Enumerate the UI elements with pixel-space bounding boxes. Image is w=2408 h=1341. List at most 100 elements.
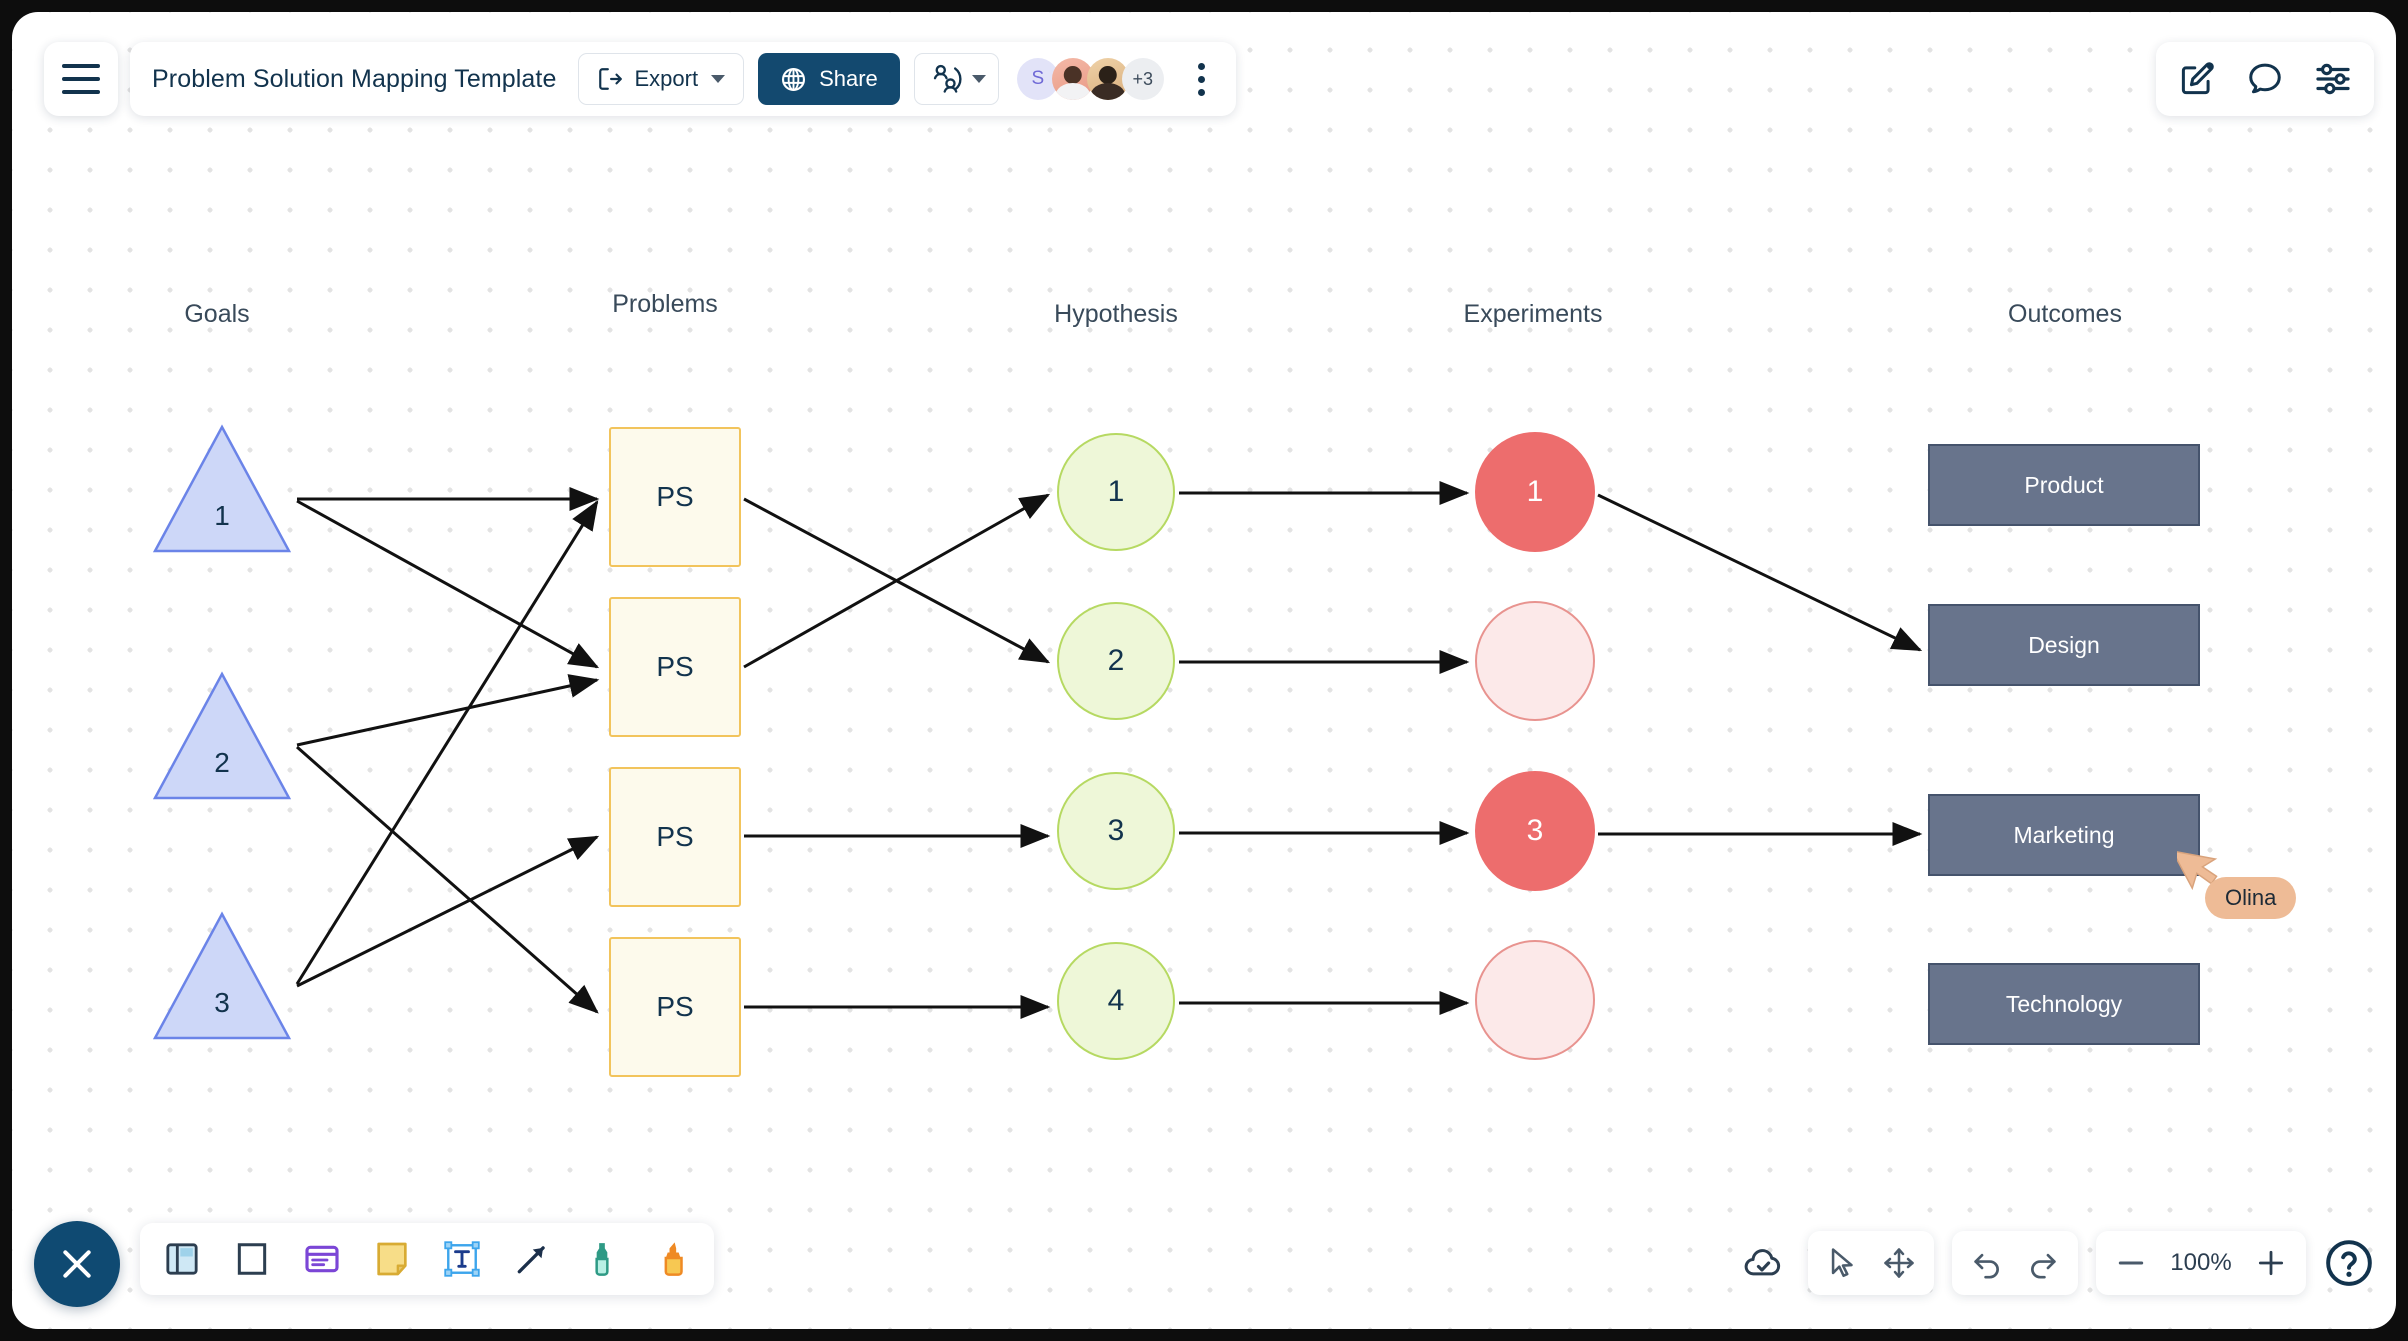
outcome-node-technology[interactable]: Technology	[1928, 963, 2200, 1045]
zoom-group: 100%	[2096, 1231, 2306, 1295]
goal-node-1[interactable]: 1	[152, 424, 292, 559]
outcome-node-design[interactable]: Design	[1928, 604, 2200, 686]
column-header-problems: Problems	[612, 290, 718, 318]
hypothesis-node-3[interactable]: 3	[1057, 772, 1175, 890]
remote-cursor-label: Olina	[2205, 877, 2297, 919]
sticky-note-icon	[377, 1242, 407, 1276]
problem-node-1[interactable]: PS	[609, 427, 741, 567]
connector-goal-3-to-problem-1[interactable]	[295, 499, 599, 985]
connector-problem-2-to-hypothesis-1[interactable]	[743, 493, 1051, 669]
more-options-icon	[1198, 62, 1206, 70]
export-button-label: Export	[634, 66, 699, 91]
pointer-select-button[interactable]	[1818, 1238, 1868, 1288]
avatar-face-icon	[1063, 65, 1083, 85]
experiment-node-1[interactable]: 1	[1475, 432, 1595, 552]
connector-goal-2-to-problem-4[interactable]	[296, 745, 599, 1014]
help-button[interactable]	[2324, 1238, 2374, 1288]
connector-goal-2-to-problem-2[interactable]	[296, 674, 600, 747]
pan-move-button[interactable]	[1874, 1238, 1924, 1288]
more-options-button[interactable]	[1182, 53, 1222, 105]
triangle-icon	[152, 424, 292, 553]
problem-node-3[interactable]: PS	[609, 767, 741, 907]
rectangle-tool[interactable]	[228, 1235, 276, 1283]
redo-button[interactable]	[2018, 1238, 2068, 1288]
drawing-tool-dock	[140, 1223, 714, 1295]
bottom-right-controls: 100%	[1736, 1231, 2374, 1295]
undo-button[interactable]	[1962, 1238, 2012, 1288]
connector-tool[interactable]	[508, 1235, 556, 1283]
hamburger-menu-icon	[62, 64, 100, 68]
sticky-note-tool[interactable]	[368, 1235, 416, 1283]
comments-button[interactable]	[2246, 60, 2284, 98]
preferences-button[interactable]	[2314, 60, 2352, 98]
highlighter-tool[interactable]	[648, 1235, 696, 1283]
text-box-icon	[444, 1241, 480, 1277]
experiment-node-4[interactable]	[1475, 940, 1595, 1060]
goal-label: 3	[214, 987, 230, 1018]
connector-goal-1-to-problem-2[interactable]	[296, 499, 600, 669]
hypothesis-node-1[interactable]: 1	[1057, 433, 1175, 551]
edit-pencil-icon	[2181, 62, 2214, 95]
goal-label: 2	[214, 747, 230, 778]
zoom-out-button[interactable]	[2106, 1238, 2156, 1288]
comment-bubble-icon	[2249, 63, 2281, 94]
text-tool[interactable]	[438, 1235, 486, 1283]
pan-move-icon	[1884, 1248, 1914, 1278]
outcome-node-marketing[interactable]: Marketing	[1928, 794, 2200, 876]
collaborator-avatars[interactable]: S +3	[1016, 58, 1164, 100]
remote-cursor: Olina	[2171, 839, 2297, 919]
experiment-node-3[interactable]: 3	[1475, 771, 1595, 891]
document-title[interactable]: Problem Solution Mapping Template	[152, 65, 564, 94]
top-right-toolbar	[2156, 42, 2374, 116]
triangle-icon	[152, 911, 292, 1040]
triangle-icon	[152, 671, 292, 800]
export-button[interactable]: Export	[578, 53, 745, 105]
column-header-outcomes: Outcomes	[2008, 300, 2122, 328]
shape-library-tool[interactable]	[158, 1235, 206, 1283]
help-question-icon	[2326, 1240, 2372, 1286]
chevron-down-icon	[971, 75, 986, 83]
zoom-in-button[interactable]	[2246, 1238, 2296, 1288]
column-header-experiments: Experiments	[1463, 300, 1603, 328]
hypothesis-node-2[interactable]: 2	[1057, 602, 1175, 720]
connector-experiment-1-to-outcome-design[interactable]	[1597, 493, 1923, 652]
connector-problem-1-to-hypothesis-2[interactable]	[743, 497, 1051, 664]
collaborators-button[interactable]	[913, 53, 999, 105]
avatar-face-icon	[1098, 65, 1118, 85]
cloud-saved-icon	[1744, 1249, 1781, 1276]
goal-node-2[interactable]: 2	[152, 671, 292, 806]
app-root: Goals Problems Hypothesis Experiments Outcom…	[0, 0, 2408, 1341]
avatar-overflow-count[interactable]: +3	[1121, 58, 1164, 100]
more-options-icon-dot2	[1198, 75, 1206, 83]
close-toolbar-button[interactable]	[34, 1221, 120, 1307]
experiment-node-2[interactable]	[1475, 601, 1595, 721]
highlighter-icon	[664, 1242, 683, 1276]
close-x-icon	[63, 1250, 91, 1278]
zoom-out-icon	[2118, 1261, 2144, 1265]
card-tool[interactable]	[298, 1235, 346, 1283]
top-toolbar: Problem Solution Mapping Template Export…	[130, 42, 1236, 116]
column-header-goals: Goals	[184, 300, 250, 328]
zoom-level-label[interactable]: 100%	[2162, 1249, 2240, 1277]
whiteboard-canvas[interactable]: Goals Problems Hypothesis Experiments Outcom…	[12, 12, 2396, 1329]
globe-icon	[782, 67, 806, 91]
pen-tool[interactable]	[578, 1235, 626, 1283]
undo-icon	[1974, 1253, 1999, 1279]
hamburger-menu-button[interactable]	[44, 42, 118, 116]
zoom-in-icon	[2258, 1250, 2284, 1276]
hamburger-menu-icon-bar3	[62, 90, 100, 94]
cloud-saved-button[interactable]	[1736, 1242, 1790, 1284]
library-panel-icon	[166, 1243, 198, 1275]
goal-node-3[interactable]: 3	[152, 911, 292, 1046]
share-button[interactable]: Share	[758, 53, 900, 105]
edit-button[interactable]	[2178, 60, 2216, 98]
problem-node-2[interactable]: PS	[609, 597, 741, 737]
pointer-select-icon	[1831, 1248, 1853, 1278]
share-button-label: Share	[819, 66, 878, 91]
outcome-node-product[interactable]: Product	[1928, 444, 2200, 526]
hypothesis-node-4[interactable]: 4	[1057, 942, 1175, 1060]
redo-icon	[2031, 1253, 2056, 1279]
problem-node-4[interactable]: PS	[609, 937, 741, 1077]
connector-goal-3-to-problem-3[interactable]	[296, 835, 600, 988]
column-header-hypothesis: Hypothesis	[1054, 300, 1178, 328]
